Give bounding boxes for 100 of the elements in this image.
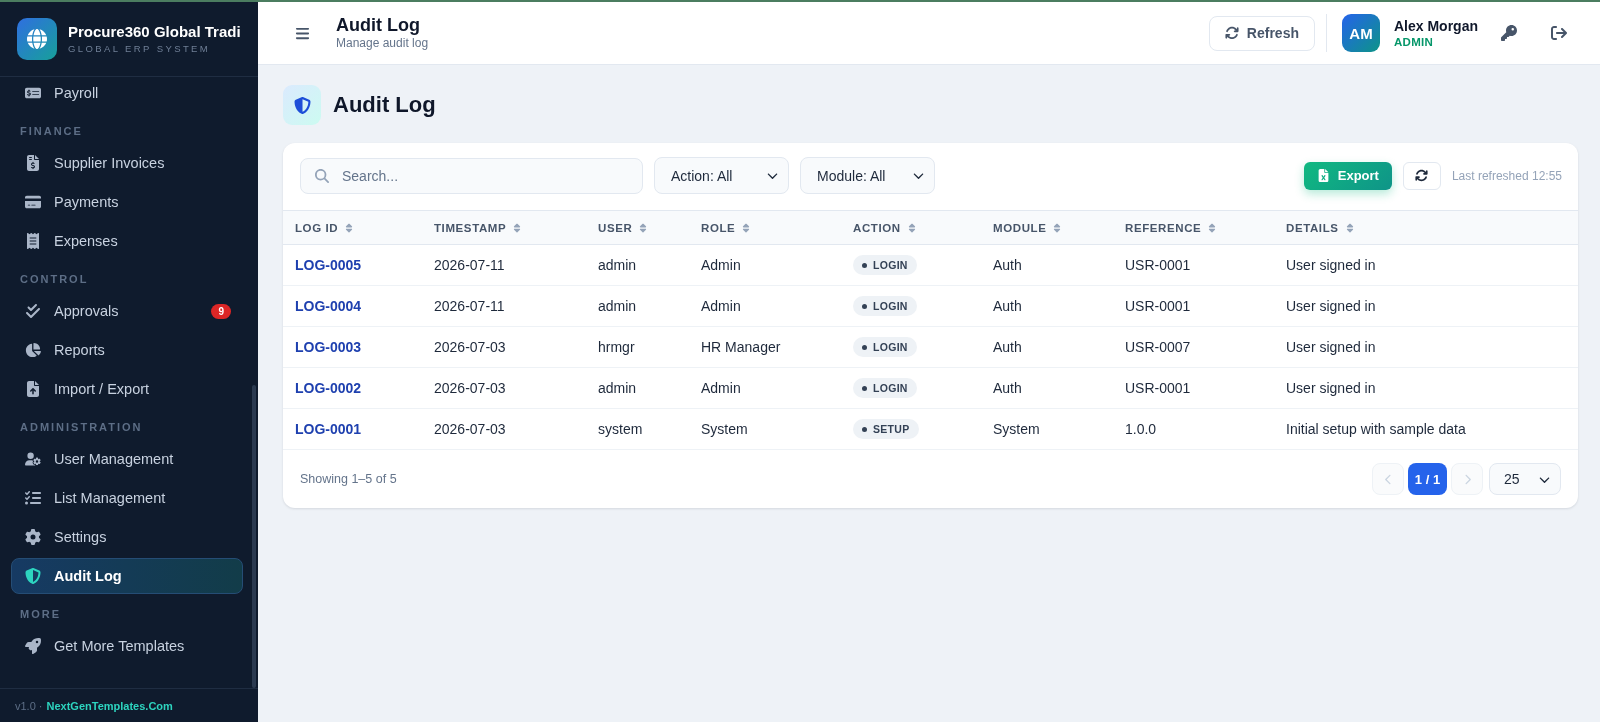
refresh-icon [1224, 26, 1239, 40]
sort-icon [906, 222, 917, 233]
section-label: MORE [19, 607, 62, 622]
action-text: LOGIN [873, 382, 908, 394]
column-header[interactable]: DETAILS [1286, 221, 1355, 234]
invoice-icon [25, 155, 41, 171]
sidebar-item[interactable]: Import / Export [11, 371, 243, 407]
column-header[interactable]: TIMESTAMP [434, 221, 523, 234]
dot-icon [862, 303, 867, 309]
table-cell-text: USR-0001 [1124, 298, 1192, 314]
footer-link[interactable]: NextGenTemplates.Com [46, 699, 173, 712]
version-label: v1.0 · [15, 699, 43, 712]
dot-icon [862, 385, 867, 391]
table-cell-text: User signed in [1285, 380, 1377, 396]
sidebar-item[interactable]: Settings [11, 519, 243, 555]
table-cell-text: System [992, 421, 1041, 437]
globe-icon [17, 18, 57, 60]
sort-icon [638, 222, 649, 233]
double-check-icon [25, 303, 41, 319]
user-name: Alex Morgan [1394, 16, 1478, 35]
notification-badge: 9 [211, 303, 231, 319]
user-role: ADMIN [1394, 34, 1435, 50]
rocket-icon [25, 638, 41, 654]
sidebar-item[interactable]: Audit Log [11, 558, 243, 594]
table-cell-text: USR-0007 [1124, 339, 1192, 355]
sidebar-item[interactable]: User Management [11, 441, 243, 477]
table-cell-text: 2026-07-03 [433, 339, 507, 355]
column-header[interactable]: REFERENCE [1125, 221, 1218, 234]
table-cell-text: admin [597, 380, 638, 396]
column-header[interactable]: ROLE [701, 221, 752, 234]
refresh-icon [1415, 169, 1429, 182]
table-cell-text: system [597, 421, 644, 437]
chevron-down-icon [913, 170, 924, 181]
action-text: LOGIN [873, 300, 908, 312]
last-refreshed-text: Last refreshed 12:55 [1451, 168, 1562, 183]
table-cell-text: Initial setup with sample data [1285, 421, 1467, 437]
credit-card-icon [25, 194, 41, 210]
column-header[interactable]: USER [598, 221, 649, 234]
sidebar-item[interactable]: List Management [11, 480, 243, 516]
scrollbar-thumb[interactable] [252, 385, 256, 688]
search-icon [315, 168, 329, 183]
search-field[interactable]: Search... [300, 157, 643, 194]
table-cell-text: User signed in [1285, 298, 1377, 314]
dot-icon [862, 262, 867, 268]
table-cell-text: 2026-07-03 [433, 380, 507, 396]
sort-icon [512, 222, 523, 233]
logout-icon[interactable] [1551, 25, 1567, 41]
column-header[interactable]: LOG ID [295, 221, 355, 234]
section-label: CONTROL [19, 272, 90, 287]
log-id-link[interactable]: LOG-0003 [295, 339, 362, 355]
sort-icon [741, 222, 752, 233]
action-text: SETUP [873, 423, 910, 435]
page-indicator[interactable]: 1 / 1 [1408, 463, 1447, 495]
section-label: FINANCE [19, 124, 84, 139]
table-cell-text: admin [597, 257, 638, 273]
table-cell-text: USR-0001 [1124, 380, 1192, 396]
file-upload-icon [25, 381, 41, 397]
table-cell-text: 1.0.0 [1124, 421, 1158, 437]
sidebar-item[interactable]: Expenses [11, 223, 243, 259]
sort-icon [1052, 222, 1063, 233]
table-cell-text: 2026-07-11 [433, 257, 506, 273]
table-cell-text: 2026-07-03 [433, 421, 507, 437]
page-size-dropdown[interactable]: 25 [1489, 463, 1561, 495]
table-cell-text: User signed in [1285, 257, 1377, 273]
filter-dropdown[interactable]: Action: All [654, 157, 789, 194]
table-cell-text: System [700, 421, 749, 437]
column-header[interactable]: MODULE [993, 221, 1063, 234]
table-cell-text: HR Manager [700, 339, 782, 355]
table-cell-text: hrmgr [597, 339, 636, 355]
brand-title: Procure360 Global Tradi [68, 23, 241, 41]
sidebar-item[interactable]: Payments [11, 184, 243, 220]
log-id-link[interactable]: LOG-0005 [295, 257, 362, 273]
table-cell-text: USR-0001 [1124, 257, 1192, 273]
table-cell-text: Auth [992, 257, 1023, 273]
table-cell-text: 2026-07-11 [433, 298, 506, 314]
table-cell-text: Admin [700, 380, 742, 396]
column-header[interactable]: ACTION [853, 221, 917, 234]
action-text: LOGIN [873, 341, 908, 353]
log-id-link[interactable]: LOG-0004 [295, 298, 362, 314]
user-avatar: AM [1342, 14, 1380, 52]
key-icon[interactable] [1501, 25, 1517, 41]
menu-icon[interactable] [295, 25, 310, 41]
reload-button[interactable] [1402, 161, 1441, 190]
sidebar-item[interactable]: Payroll [11, 77, 243, 111]
table-cell-text: Admin [700, 257, 742, 273]
log-id-link[interactable]: LOG-0001 [295, 421, 362, 437]
sidebar-item[interactable]: Approvals 9 [11, 293, 243, 329]
action-text: LOGIN [873, 259, 908, 271]
sidebar-item[interactable]: Get More Templates [11, 628, 243, 664]
refresh-button[interactable]: Refresh [1208, 15, 1315, 51]
table-cell-text: admin [597, 298, 638, 314]
pie-chart-icon [25, 342, 41, 358]
spreadsheet-file-icon [1316, 169, 1330, 182]
sidebar-item[interactable]: Supplier Invoices [11, 145, 243, 181]
log-id-link[interactable]: LOG-0002 [295, 380, 362, 396]
sidebar-item[interactable]: Reports [11, 332, 243, 368]
chevron-down-icon [767, 170, 778, 181]
filter-dropdown[interactable]: Module: All [800, 157, 935, 194]
results-summary: Showing 1–5 of 5 [300, 472, 397, 486]
header-title: Audit Log [336, 15, 421, 36]
